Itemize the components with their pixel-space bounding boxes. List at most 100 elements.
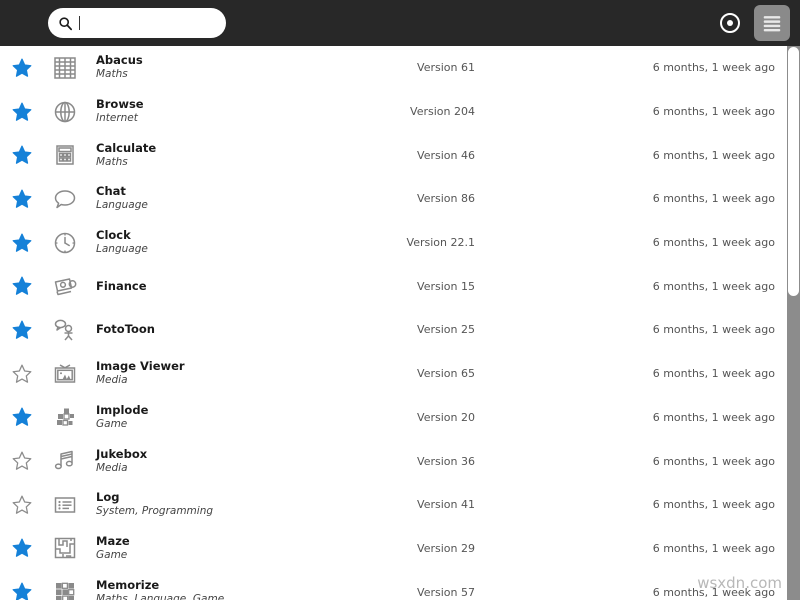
table-row[interactable]: Browse Internet Version 204 6 months, 1 wee…	[0, 90, 800, 134]
activity-name: Implode	[96, 403, 149, 417]
activity-version: Version 22.1	[406, 236, 475, 250]
record-button[interactable]	[712, 5, 748, 41]
search-input[interactable]	[48, 8, 226, 38]
table-row[interactable]: Image Viewer Media Version 65 6 months, 1 w…	[0, 352, 800, 396]
search-icon	[58, 16, 73, 31]
favorite-star-outline[interactable]	[0, 450, 44, 472]
table-row[interactable]: FotoToon Version 25 6 months, 1 week ago	[0, 308, 800, 352]
favorite-star-filled[interactable]	[0, 275, 44, 297]
activity-version: Version 25	[417, 323, 475, 337]
activity-name: Jukebox	[96, 447, 148, 461]
list-view-icon	[761, 12, 783, 34]
activity-title-cell: Clock Language	[86, 229, 325, 256]
speech-bubble-icon	[44, 186, 86, 212]
activity-name: Calculate	[96, 141, 157, 155]
activity-name: Browse	[96, 98, 144, 112]
table-row[interactable]: Implode Game Version 20 6 months, 1 week ag…	[0, 396, 800, 440]
activity-title-cell: Calculate Maths	[86, 142, 325, 169]
activity-date: 6 months, 1 week ago	[652, 498, 775, 512]
activity-category: Maths	[96, 68, 128, 81]
table-row[interactable]: Calculate Maths Version 46 6 months, 1 week…	[0, 133, 800, 177]
activity-title-cell: Memorize Maths, Language, Game	[86, 579, 325, 600]
activity-title-cell: Maze Game	[86, 535, 325, 562]
activity-date: 6 months, 1 week ago	[652, 541, 775, 555]
activity-name: Finance	[96, 279, 147, 293]
activity-title-cell: FotoToon	[86, 323, 325, 336]
table-row[interactable]: Log System, Programming Version 41 6 months…	[0, 483, 800, 527]
activity-list[interactable]: Abacus Maths Version 61 6 months, 1 week ag…	[0, 46, 800, 600]
favorite-star-filled[interactable]	[0, 57, 44, 79]
activity-title-cell: Implode Game	[86, 404, 325, 431]
activity-name: Abacus	[96, 54, 143, 68]
activity-title-cell: Jukebox Media	[86, 448, 325, 475]
activity-version: Version 46	[417, 148, 475, 162]
activity-title-cell: Log System, Programming	[86, 491, 325, 518]
picture-frame-icon	[44, 361, 86, 387]
activity-version: Version 57	[417, 585, 475, 599]
scrollbar-thumb[interactable]	[788, 47, 799, 296]
maze-icon	[44, 535, 86, 561]
activity-name: Image Viewer	[96, 360, 185, 374]
favorite-star-filled[interactable]	[0, 406, 44, 428]
record-icon	[718, 11, 742, 35]
activity-category: Media	[96, 461, 128, 474]
favorite-star-filled[interactable]	[0, 232, 44, 254]
fototoon-icon	[44, 317, 86, 343]
activity-category: Language	[96, 243, 148, 256]
clock-icon	[44, 230, 86, 256]
favorite-star-filled[interactable]	[0, 101, 44, 123]
activity-category: Media	[96, 374, 128, 387]
activity-title-cell: Browse Internet	[86, 98, 325, 125]
activity-title-cell: Finance	[86, 280, 325, 293]
activity-category: Language	[96, 199, 148, 212]
calculator-icon	[44, 142, 86, 168]
activity-list-window: Abacus Maths Version 61 6 months, 1 week ag…	[0, 0, 800, 600]
money-icon	[44, 273, 86, 299]
activity-name: Maze	[96, 534, 130, 548]
activity-title-cell: Image Viewer Media	[86, 360, 325, 387]
activity-category: Maths	[96, 155, 128, 168]
list-lines-icon	[44, 492, 86, 518]
activity-date: 6 months, 1 week ago	[652, 410, 775, 424]
list-view-button[interactable]	[754, 5, 790, 41]
activity-category: Internet	[96, 112, 138, 125]
favorite-star-filled[interactable]	[0, 188, 44, 210]
grid-tiles-icon	[44, 579, 86, 600]
abacus-icon	[44, 55, 86, 81]
toolbar-right-group	[712, 0, 790, 46]
favorite-star-filled[interactable]	[0, 319, 44, 341]
favorite-star-filled[interactable]	[0, 537, 44, 559]
activity-date: 6 months, 1 week ago	[652, 148, 775, 162]
activity-name: Memorize	[96, 578, 160, 592]
activity-version: Version 65	[417, 367, 475, 381]
table-row[interactable]: Memorize Maths, Language, Game Version 57 6…	[0, 570, 800, 600]
activity-date: 6 months, 1 week ago	[652, 585, 775, 599]
table-row[interactable]: Clock Language Version 22.1 6 months, 1 wee…	[0, 221, 800, 265]
activity-version: Version 15	[417, 279, 475, 293]
activity-version: Version 86	[417, 192, 475, 206]
favorite-star-filled[interactable]	[0, 581, 44, 600]
activity-category: Maths, Language, Game	[96, 592, 225, 600]
activity-version: Version 29	[417, 541, 475, 555]
favorite-star-outline[interactable]	[0, 363, 44, 385]
activity-title-cell: Chat Language	[86, 185, 325, 212]
activity-version: Version 20	[417, 410, 475, 424]
activity-category: Game	[96, 417, 128, 430]
favorite-star-filled[interactable]	[0, 144, 44, 166]
favorite-star-outline[interactable]	[0, 494, 44, 516]
table-row[interactable]: Abacus Maths Version 61 6 months, 1 week ag…	[0, 46, 800, 90]
activity-date: 6 months, 1 week ago	[652, 105, 775, 119]
activity-date: 6 months, 1 week ago	[652, 279, 775, 293]
activity-version: Version 41	[417, 498, 475, 512]
music-note-icon	[44, 448, 86, 474]
toolbar	[0, 0, 800, 46]
table-row[interactable]: Finance Version 15 6 months, 1 week ago	[0, 264, 800, 308]
vertical-scrollbar[interactable]	[787, 46, 800, 600]
activity-name: Chat	[96, 185, 126, 199]
activity-date: 6 months, 1 week ago	[652, 323, 775, 337]
table-row[interactable]: Jukebox Media Version 36 6 months, 1 week a…	[0, 439, 800, 483]
activity-name: Log	[96, 491, 120, 505]
table-row[interactable]: Chat Language Version 86 6 months, 1 week a…	[0, 177, 800, 221]
table-row[interactable]: Maze Game Version 29 6 months, 1 week ago	[0, 527, 800, 571]
activity-version: Version 61	[417, 61, 475, 75]
